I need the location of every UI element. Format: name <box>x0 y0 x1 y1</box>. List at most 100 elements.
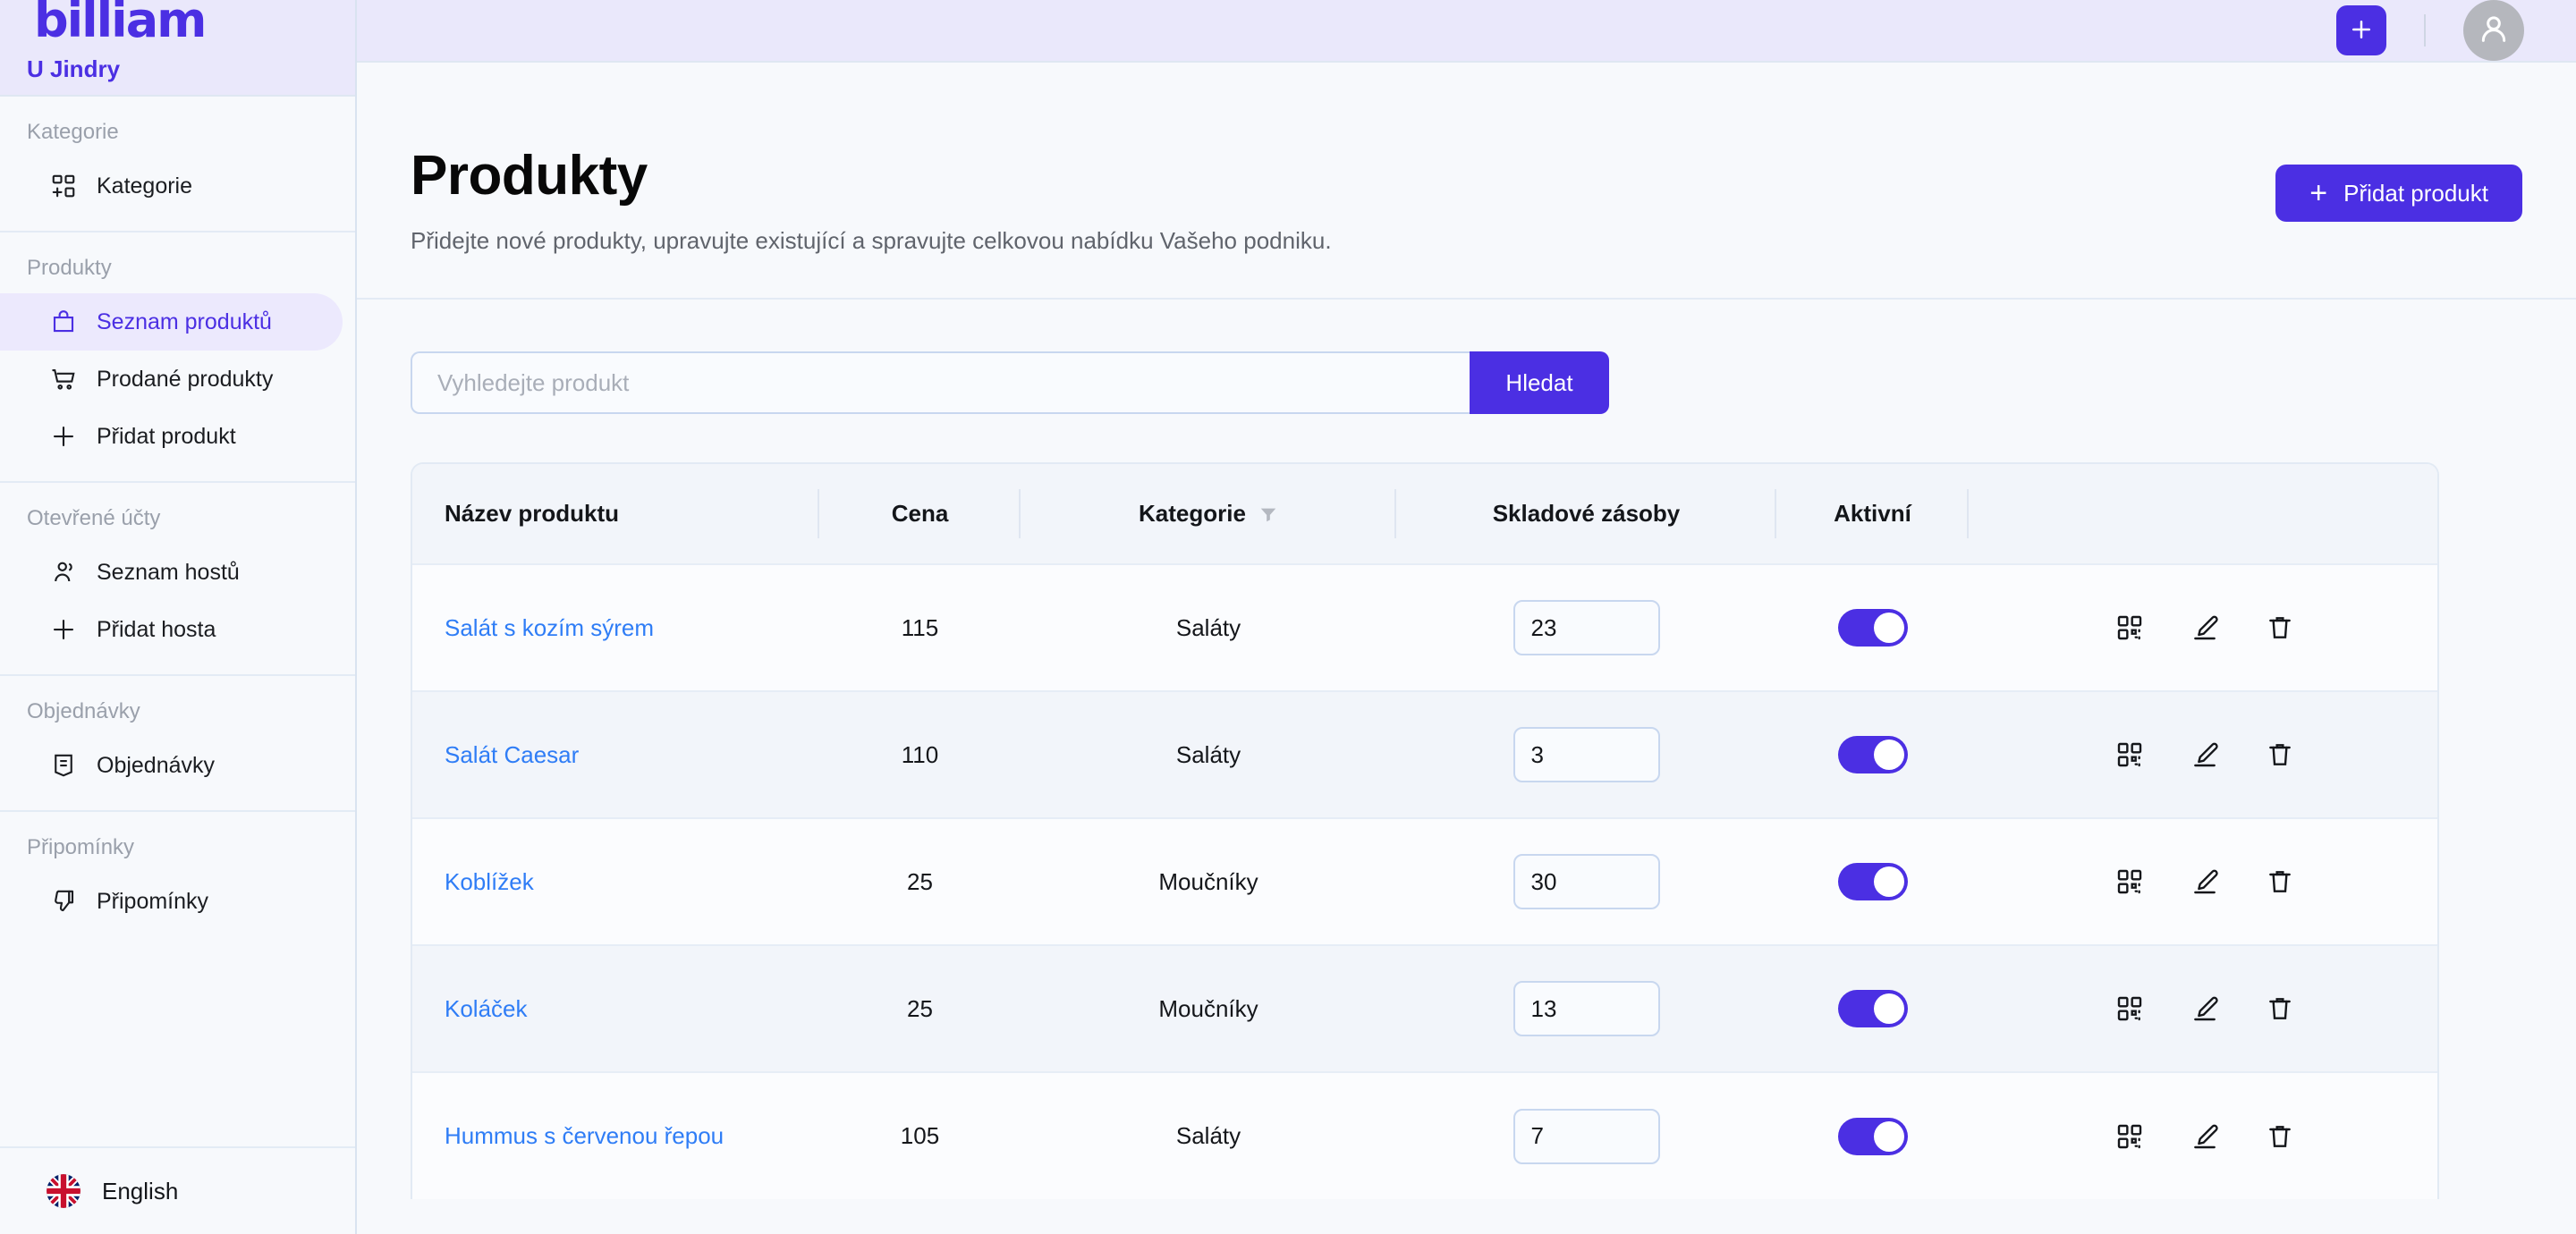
plus-icon <box>2348 16 2375 46</box>
cell-category: Moučníky <box>1158 867 1258 895</box>
product-name-link[interactable]: Salát s kozím sýrem <box>445 614 654 641</box>
trash-icon[interactable] <box>2266 1122 2294 1151</box>
search-button[interactable]: Hledat <box>1470 351 1609 414</box>
thumbs-down-icon <box>50 888 77 915</box>
cell-stock <box>1396 564 1776 691</box>
avatar[interactable] <box>2463 0 2524 61</box>
table-row: Salát s kozím sýrem 115 Saláty <box>412 564 2437 691</box>
stock-input[interactable] <box>1513 854 1660 909</box>
table-row: Salát Caesar 110 Saláty <box>412 691 2437 818</box>
cell-stock <box>1396 1072 1776 1199</box>
cell-active <box>1776 1072 1969 1199</box>
funnel-icon[interactable] <box>1258 504 1278 524</box>
trash-icon[interactable] <box>2266 740 2294 769</box>
sidebar-nav: Kategorie Kategorie Produkty Seznam produkt… <box>0 97 355 946</box>
table-header-category: Kategorie <box>1021 464 1396 564</box>
search-input[interactable] <box>411 351 1470 414</box>
cell-name: Salát s kozím sýrem <box>412 564 819 691</box>
add-product-button[interactable]: + Přidat produkt <box>2275 165 2522 222</box>
sidebar-item-objednávky[interactable]: Objednávky <box>0 737 343 794</box>
cell-active <box>1776 564 1969 691</box>
sidebar-item-připomínky[interactable]: Připomínky <box>0 873 343 930</box>
trash-icon[interactable] <box>2266 994 2294 1023</box>
sidebar-group-label: Kategorie <box>27 120 119 144</box>
edit-pencil-icon[interactable] <box>2190 740 2219 769</box>
row-actions <box>1969 613 2437 642</box>
table-row: Koláček 25 Moučníky <box>412 945 2437 1072</box>
receipt-icon <box>50 752 77 779</box>
main-area: Produkty Přidejte nové produkty, upravuj… <box>357 0 2576 1234</box>
cell-name: Koblížek <box>412 818 819 945</box>
active-toggle[interactable] <box>1837 1117 1908 1155</box>
table-row: Hummus s červenou řepou 105 Saláty <box>412 1072 2437 1199</box>
sidebar-item-label: Přidat produkt <box>97 423 236 449</box>
cell-actions <box>1969 818 2437 945</box>
sidebar: billiam U Jindry Kategorie Kategorie Produ… <box>0 0 357 1234</box>
product-name-link[interactable]: Koblížek <box>445 868 534 895</box>
qr-code-icon[interactable] <box>2115 740 2144 769</box>
plus-icon <box>50 423 77 450</box>
sidebar-item-seznam-hostů[interactable]: Seznam hostů <box>0 544 343 601</box>
page-subtitle: Přidejte nové produkty, upravujte existu… <box>411 227 1332 254</box>
qr-code-icon[interactable] <box>2115 1122 2144 1151</box>
stock-input[interactable] <box>1513 1108 1660 1164</box>
stock-input[interactable] <box>1513 727 1660 782</box>
table-header-label: Aktivní <box>1834 500 1911 527</box>
cell-active <box>1776 945 1969 1072</box>
users-icon <box>50 559 77 586</box>
sidebar-item-přidat-produkt[interactable]: Přidat produkt <box>0 408 343 465</box>
stock-input[interactable] <box>1513 981 1660 1036</box>
sidebar-item-label: Přidat hosta <box>97 616 216 642</box>
sidebar-item-přidat-hosta[interactable]: Přidat hosta <box>0 601 343 658</box>
products-table: Název produktu Cena Kategorie Skladové záso… <box>412 464 2437 1199</box>
active-toggle[interactable] <box>1837 609 1908 647</box>
toggle-knob <box>1873 993 1904 1024</box>
stock-input[interactable] <box>1513 600 1660 655</box>
table-header-name: Název produktu <box>412 464 819 564</box>
venue-name: U Jindry <box>27 55 121 82</box>
qr-code-icon[interactable] <box>2115 867 2144 896</box>
table-header-price: Cena <box>819 464 1021 564</box>
edit-pencil-icon[interactable] <box>2190 994 2219 1023</box>
sidebar-item-prodané-produkty[interactable]: Prodané produkty <box>0 351 343 408</box>
table-header-label: Cena <box>891 500 949 527</box>
qr-code-icon[interactable] <box>2115 994 2144 1023</box>
table-header-active: Aktivní <box>1776 464 1969 564</box>
edit-pencil-icon[interactable] <box>2190 867 2219 896</box>
add-product-label: Přidat produkt <box>2343 179 2488 207</box>
product-name-link[interactable]: Salát Caesar <box>445 741 579 768</box>
uk-flag-icon <box>47 1174 80 1208</box>
venue-bar[interactable]: U Jindry <box>0 44 355 97</box>
language-switcher[interactable]: English <box>0 1146 355 1234</box>
table-header-row: Název produktu Cena Kategorie Skladové záso… <box>412 464 2437 564</box>
sidebar-item-label: Seznam hostů <box>97 559 240 585</box>
cell-actions <box>1969 564 2437 691</box>
cart-icon <box>50 366 77 393</box>
sidebar-item-seznam-produktů[interactable]: Seznam produktů <box>0 293 343 351</box>
sidebar-item-kategorie[interactable]: Kategorie <box>0 157 343 215</box>
topbar <box>357 0 2576 63</box>
active-toggle[interactable] <box>1837 863 1908 900</box>
product-name-link[interactable]: Koláček <box>445 995 528 1022</box>
topbar-add-button[interactable] <box>2336 5 2386 55</box>
plus-icon <box>50 616 77 643</box>
cell-price: 110 <box>901 740 939 768</box>
row-actions <box>1969 740 2437 769</box>
cell-category: Moučníky <box>1158 994 1258 1022</box>
product-name-link[interactable]: Hummus s červenou řepou <box>445 1122 724 1149</box>
cell-category: Saláty <box>1175 613 1241 641</box>
edit-pencil-icon[interactable] <box>2190 613 2219 642</box>
qr-code-icon[interactable] <box>2115 613 2144 642</box>
active-toggle[interactable] <box>1837 736 1908 773</box>
active-toggle[interactable] <box>1837 990 1908 1027</box>
row-actions <box>1969 1122 2437 1151</box>
cell-price: 25 <box>907 994 933 1022</box>
cell-price: 25 <box>907 867 933 895</box>
trash-icon[interactable] <box>2266 613 2294 642</box>
edit-pencil-icon[interactable] <box>2190 1122 2219 1151</box>
brand-logo: billiam <box>34 0 207 44</box>
trash-icon[interactable] <box>2266 867 2294 896</box>
toggle-knob <box>1873 866 1904 897</box>
cell-actions <box>1969 945 2437 1072</box>
cell-actions <box>1969 691 2437 818</box>
